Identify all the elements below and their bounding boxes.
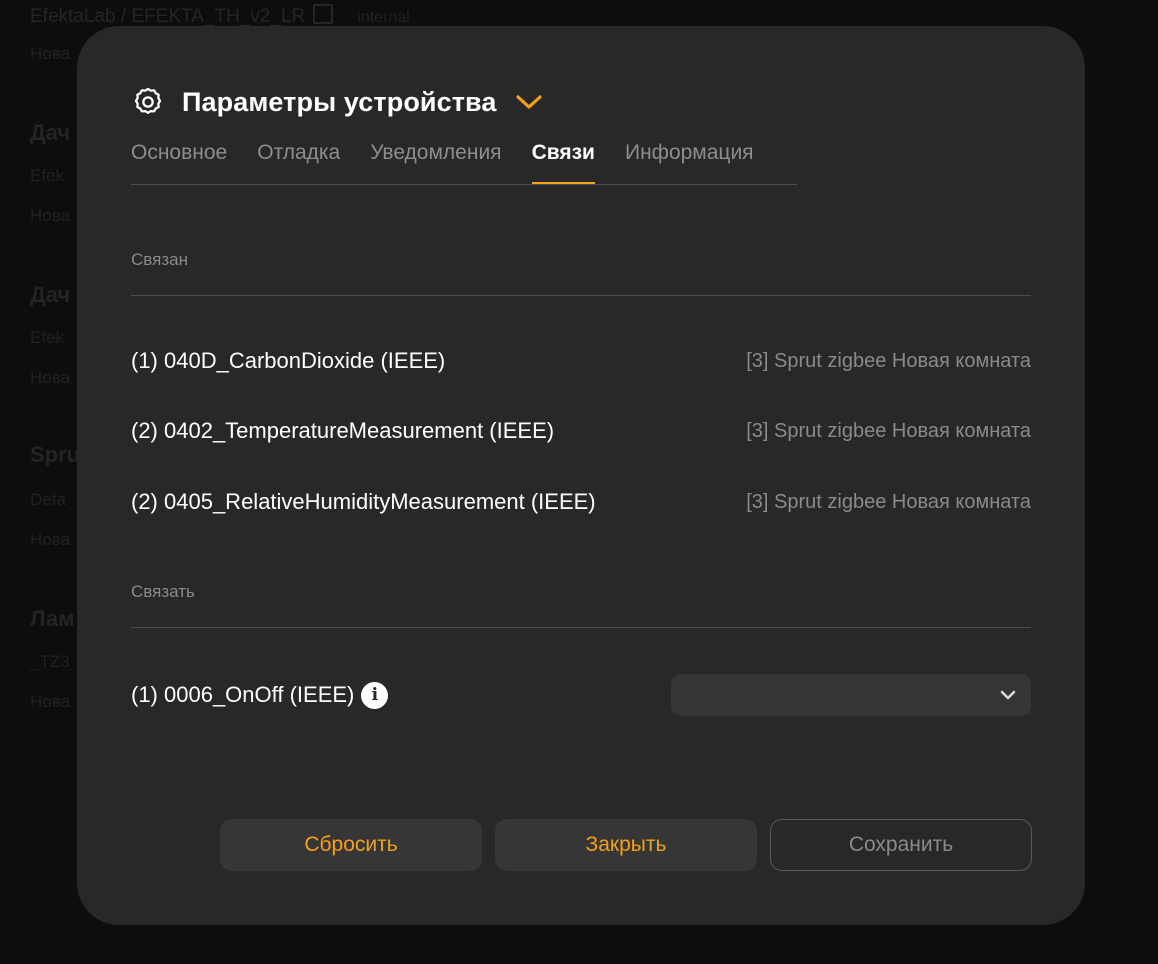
binding-cluster: (2) 0402_TemperatureMeasurement (IEEE) <box>131 418 555 443</box>
bind-cluster-name: (1) 0006_OnOff (IEEE) <box>131 682 355 707</box>
close-button[interactable]: Закрыть <box>495 819 757 871</box>
binding-cluster: (1) 040D_CarbonDioxide (IEEE) <box>131 348 446 373</box>
binding-target: [3] Sprut zigbee Новая комната <box>746 349 1031 372</box>
tab-information[interactable]: Информация <box>625 136 754 183</box>
device-settings-modal: Параметры устройства Основное Отладка Ув… <box>77 26 1085 925</box>
modal-header: Параметры устройства <box>131 82 543 122</box>
save-button[interactable]: Сохранить <box>770 819 1032 871</box>
bind-cluster-row: (1) 0006_OnOff (IEEE) i <box>131 674 1031 716</box>
modal-actions: Сбросить Закрыть Сохранить <box>220 819 1032 871</box>
chevron-down-icon <box>999 686 1017 704</box>
binding-row: (1) 040D_CarbonDioxide (IEEE) [3] Sprut … <box>131 344 1031 378</box>
modal-title: Параметры устройства <box>182 86 497 117</box>
binding-target: [3] Sprut zigbee Новая комната <box>746 490 1031 513</box>
binding-target: [3] Sprut zigbee Новая комната <box>746 419 1031 442</box>
bound-section-label: Связан <box>131 250 188 269</box>
binding-row: (2) 0405_RelativeHumidityMeasurement (IE… <box>131 485 1031 519</box>
tab-bindings[interactable]: Связи <box>531 136 595 184</box>
tab-debug[interactable]: Отладка <box>257 136 340 183</box>
tab-notifications[interactable]: Уведомления <box>370 136 501 183</box>
gear-icon <box>131 85 165 119</box>
bind-section-label: Связать <box>131 582 195 601</box>
chevron-down-icon[interactable] <box>515 92 543 112</box>
settings-tabs: Основное Отладка Уведомления Связи Инфор… <box>131 136 797 185</box>
bind-section-divider <box>131 627 1031 628</box>
binding-cluster: (2) 0405_RelativeHumidityMeasurement (IE… <box>131 489 596 514</box>
tab-main[interactable]: Основное <box>131 136 227 183</box>
bound-section-divider <box>131 295 1031 296</box>
info-icon[interactable]: i <box>361 681 389 709</box>
bind-cluster-label-group: (1) 0006_OnOff (IEEE) i <box>131 681 389 709</box>
reset-button[interactable]: Сбросить <box>220 819 482 871</box>
bind-target-select[interactable] <box>671 674 1031 716</box>
binding-row: (2) 0402_TemperatureMeasurement (IEEE) [… <box>131 414 1031 448</box>
